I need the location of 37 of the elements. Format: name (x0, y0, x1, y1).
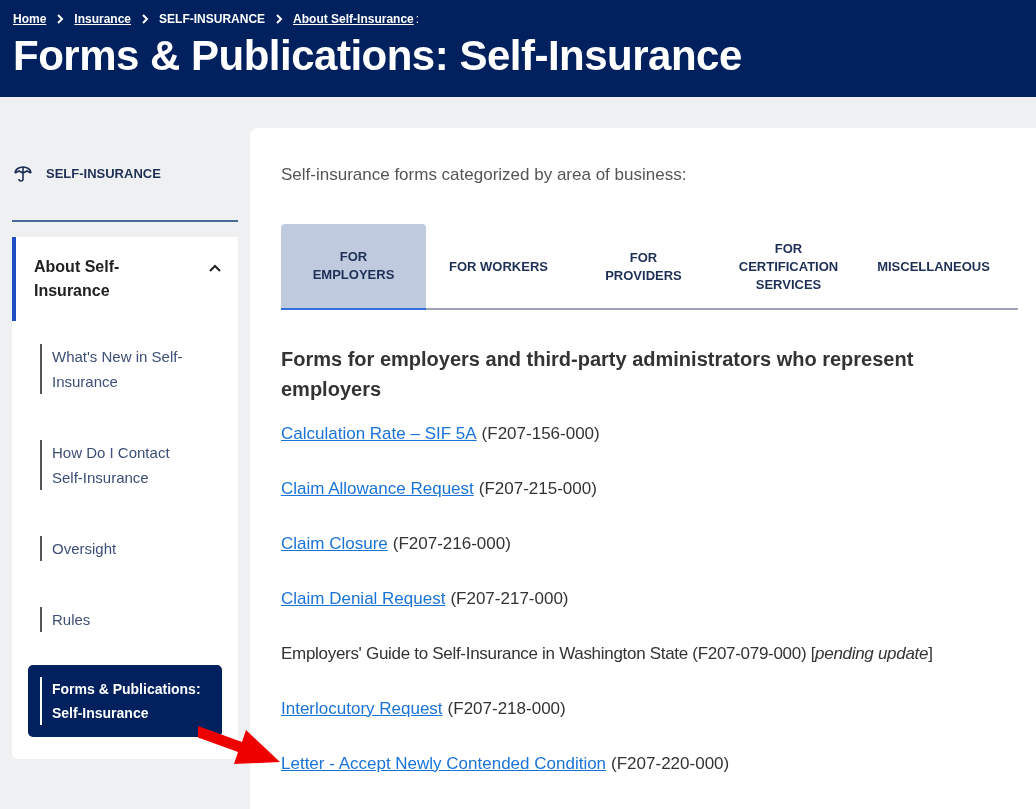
form-link[interactable]: Interlocutory Request (281, 696, 443, 721)
sidebar-heading: SELF-INSURANCE (46, 165, 161, 183)
form-code: (F207-215-000) (478, 477, 597, 500)
tab[interactable]: FOR PROVIDERS (571, 223, 716, 310)
form-code: (F207-220-000) (611, 752, 730, 775)
form-code: (F207-216-000) (392, 532, 511, 555)
breadcrumb-link[interactable]: About Self-Insurance (293, 10, 414, 28)
sidebar-section-toggle[interactable]: About Self-Insurance (12, 236, 238, 321)
chevron-up-icon (208, 262, 222, 273)
intro-text: Self-insurance forms categorized by area of business: (281, 164, 688, 186)
breadcrumb-text: : (415, 11, 420, 28)
sidebar-link[interactable]: Rules (40, 606, 190, 632)
breadcrumb-link[interactable]: Insurance (74, 10, 132, 28)
form-text: Employers' Guide to Self-Insurance in Washington State (F207-079-000) [pending update] (281, 642, 934, 665)
form-link[interactable]: Calculation Rate – SIF 5A (281, 421, 477, 446)
breadcrumb-text: SELF-INSURANCE (159, 11, 266, 28)
sidebar-link[interactable]: How Do I Contact Self-Insurance (40, 439, 190, 490)
form-link[interactable]: Claim Allowance Request (281, 476, 474, 501)
umbrella-icon (14, 165, 32, 182)
form-code: (F207-156-000) (481, 422, 600, 445)
tab[interactable]: FOR EMPLOYERS (281, 223, 426, 310)
tab[interactable]: MISCELLANEOUS (861, 223, 1006, 310)
chevron-right-icon (275, 14, 284, 24)
form-link[interactable]: Claim Denial Request (281, 586, 446, 611)
page-title: Forms & Publications: Self-Insurance (13, 32, 743, 80)
tab[interactable]: FOR CERTIFICATION SERVICES (716, 223, 861, 310)
form-link[interactable]: Letter - Accept Newly Contended Condition (281, 751, 607, 776)
breadcrumb-link[interactable]: Home (13, 10, 47, 28)
sidebar-link[interactable]: What's New in Self-Insurance (40, 343, 190, 394)
chevron-right-icon (141, 14, 150, 24)
form-code: (F207-217-000) (450, 587, 569, 610)
section-heading: Forms for employers and third-party administrators who represent employers (281, 346, 915, 402)
sidebar-link[interactable]: Oversight (40, 535, 190, 561)
tab[interactable]: FOR WORKERS (426, 223, 571, 310)
chevron-right-icon (56, 14, 65, 24)
form-code: (F207-218-000) (447, 697, 566, 720)
form-link[interactable]: Claim Closure (281, 531, 388, 556)
